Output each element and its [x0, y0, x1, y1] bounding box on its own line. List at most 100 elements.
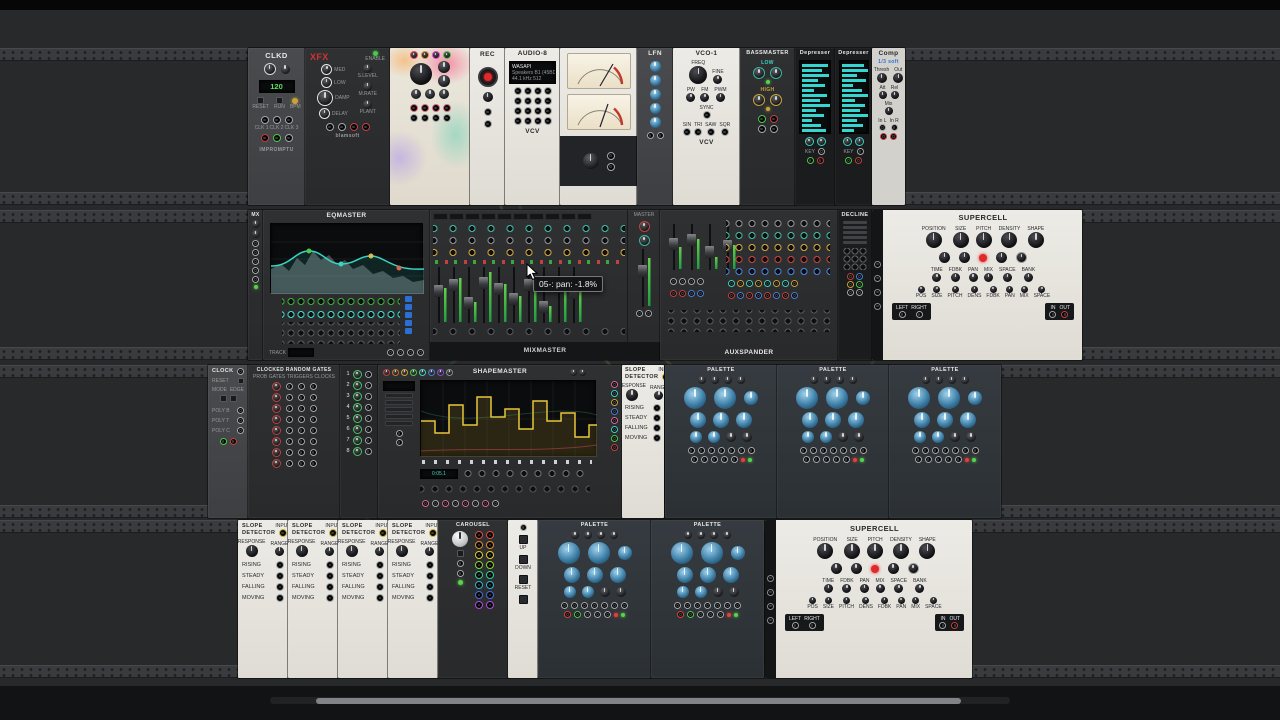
blue-knob[interactable] — [960, 412, 976, 428]
knob[interactable] — [960, 376, 969, 384]
knob[interactable] — [723, 376, 732, 384]
module-clocked-random-gates[interactable]: CLOCKED RANDOM GATES PROB GATES TRIGGERS… — [248, 365, 340, 518]
module-slope-detector-r3[interactable]: SLOPE DETECTOR INPUT RESPONSE RANGE RISI… — [622, 365, 664, 518]
blue-knob[interactable] — [581, 586, 594, 598]
level-knob[interactable] — [352, 436, 362, 445]
knob[interactable] — [728, 587, 739, 597]
clock-jack[interactable] — [309, 394, 317, 401]
jack[interactable] — [688, 278, 695, 285]
knob[interactable] — [610, 531, 618, 539]
density-knob[interactable] — [892, 543, 909, 559]
blue-knob[interactable] — [802, 412, 818, 428]
jack[interactable] — [856, 273, 863, 280]
menu-row[interactable] — [843, 236, 867, 239]
cv-knob[interactable] — [881, 597, 889, 604]
jack[interactable] — [621, 602, 628, 609]
blue-knob[interactable] — [708, 431, 720, 443]
blue-knob[interactable] — [713, 412, 729, 428]
knob[interactable] — [1016, 252, 1027, 263]
blue-knob[interactable] — [802, 431, 814, 443]
left-in-jack[interactable] — [898, 311, 906, 318]
in-jack[interactable] — [939, 622, 947, 629]
size-knob[interactable] — [844, 543, 861, 559]
knob[interactable] — [809, 376, 818, 384]
jack[interactable] — [523, 117, 532, 125]
jack[interactable] — [767, 574, 774, 582]
mrate-knob[interactable] — [363, 82, 373, 91]
jack[interactable] — [533, 97, 542, 105]
jack[interactable] — [407, 349, 414, 356]
rising-jack[interactable] — [276, 561, 284, 569]
out-jack[interactable] — [769, 115, 778, 123]
rising-jack[interactable] — [426, 561, 434, 569]
clock-jack[interactable] — [309, 449, 317, 456]
jack[interactable] — [420, 104, 429, 112]
jack[interactable] — [687, 447, 695, 454]
input-jack[interactable] — [328, 529, 337, 537]
jack[interactable] — [604, 611, 611, 618]
jack[interactable] — [475, 561, 483, 569]
blue-knob[interactable] — [932, 431, 944, 443]
blue-knob[interactable] — [968, 391, 982, 405]
jack[interactable] — [523, 107, 532, 115]
aux-knob-row[interactable] — [726, 254, 830, 265]
space-knob[interactable] — [1002, 273, 1012, 282]
mode-knob[interactable] — [280, 64, 290, 74]
jack[interactable] — [486, 561, 494, 569]
module-palette-1[interactable]: PALETTE — [665, 365, 777, 518]
jack[interactable] — [252, 276, 259, 283]
jack[interactable] — [462, 500, 469, 507]
knob[interactable] — [934, 376, 943, 384]
jack[interactable] — [422, 500, 429, 507]
menu-button[interactable] — [385, 393, 413, 398]
aux-fader[interactable] — [704, 224, 718, 270]
blue-knob[interactable] — [820, 431, 832, 443]
jack[interactable] — [809, 447, 817, 454]
knob[interactable] — [649, 117, 661, 128]
trigger-jack[interactable] — [297, 383, 305, 390]
level-knob[interactable] — [352, 403, 362, 412]
knob[interactable] — [854, 432, 864, 442]
master-gain-knob[interactable] — [638, 221, 650, 232]
clk3-jack[interactable] — [284, 116, 293, 124]
jack[interactable] — [829, 447, 837, 454]
high-drive-knob[interactable] — [753, 94, 765, 106]
jack[interactable] — [747, 447, 755, 454]
moving-jack[interactable] — [326, 594, 334, 602]
range-knob[interactable] — [374, 546, 384, 556]
knob[interactable] — [907, 563, 919, 574]
channel-fader[interactable] — [463, 267, 477, 323]
master-mono-knob[interactable] — [638, 235, 650, 246]
trigger-jack[interactable] — [297, 405, 305, 412]
menu-row[interactable] — [843, 231, 867, 234]
jack[interactable] — [847, 273, 854, 280]
moving-jack[interactable] — [376, 594, 384, 602]
pan-knob[interactable] — [860, 584, 870, 593]
bank-knob[interactable] — [915, 584, 925, 593]
jack[interactable] — [594, 611, 601, 618]
module-clkd[interactable]: CLKD 120 RESET RUN BPM CLK 1 CLK 2 CLK 3… — [248, 48, 305, 205]
jack[interactable] — [513, 87, 522, 95]
channel-fader[interactable] — [493, 267, 507, 323]
trigger-jack[interactable] — [297, 394, 305, 401]
jack[interactable] — [700, 456, 708, 463]
band-button[interactable] — [404, 320, 412, 326]
knob[interactable] — [571, 531, 579, 539]
jack[interactable] — [486, 541, 494, 549]
moving-jack[interactable] — [276, 594, 284, 602]
knob[interactable] — [579, 369, 586, 376]
rising-jack[interactable] — [376, 561, 384, 569]
jack[interactable] — [611, 417, 618, 424]
blue-knob[interactable] — [676, 586, 689, 598]
knob[interactable] — [712, 587, 723, 597]
param-knob-row[interactable] — [461, 468, 587, 479]
master-fader[interactable] — [637, 249, 651, 307]
aux-cv-knob-rows[interactable] — [668, 310, 830, 332]
low-drive-knob[interactable] — [753, 67, 765, 79]
module-palette-3[interactable]: PALETTE — [889, 365, 1001, 518]
jack[interactable] — [921, 447, 929, 454]
knob[interactable] — [649, 89, 661, 100]
blue-knob[interactable] — [670, 542, 693, 564]
jack[interactable] — [707, 447, 715, 454]
jack[interactable] — [601, 602, 608, 609]
